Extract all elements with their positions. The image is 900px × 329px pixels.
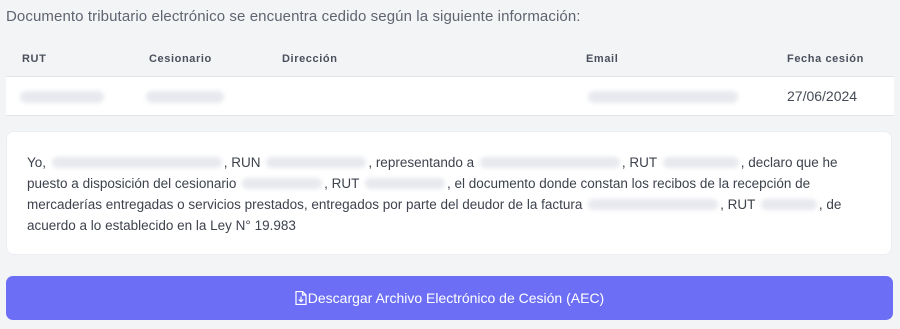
header-direccion: Dirección [282, 53, 338, 65]
declaration-card: Yo, , RUN , representando a , RUT , decl… [6, 131, 892, 255]
redacted-company [479, 157, 620, 168]
download-aec-button[interactable]: Descargar Archivo Electrónico de Cesión … [6, 276, 893, 320]
intro-text: Documento tributario electrónico se encu… [6, 8, 581, 25]
decl-run: , RUN [223, 155, 261, 170]
header-cesionario: Cesionario [149, 53, 212, 65]
redacted-rut1 [662, 157, 739, 168]
decl-rut1: , RUT [621, 155, 657, 170]
table-header: RUT Cesionario Dirección Email Fecha ces… [6, 48, 894, 76]
decl-representando: , representando a [368, 155, 475, 170]
redacted-run [266, 157, 367, 168]
redacted-rut2 [364, 178, 445, 189]
cession-table: RUT Cesionario Dirección Email Fecha ces… [6, 48, 894, 116]
cession-info-panel: Documento tributario electrónico se encu… [0, 0, 900, 329]
cell-fecha-cesion: 27/06/2024 [787, 88, 858, 104]
decl-ley: establecido en la Ley N° 19.983 [105, 218, 296, 233]
download-button-label: Descargar Archivo Electrónico de Cesión … [307, 290, 605, 306]
decl-disposicion: disposición del cesionario [82, 176, 237, 191]
decl-rut2: , RUT [324, 176, 360, 191]
decl-rut3: , RUT [720, 197, 756, 212]
header-fecha-cesion: Fecha cesión [787, 53, 864, 65]
header-email: Email [586, 53, 619, 65]
table-row: 27/06/2024 [6, 76, 894, 116]
redacted-rut3 [760, 199, 817, 210]
file-download-icon [295, 290, 307, 306]
redacted-deudor [588, 199, 719, 210]
redacted-rut [20, 91, 104, 103]
redacted-cesionario-name [242, 178, 323, 189]
decl-yo: Yo, [27, 155, 47, 170]
redacted-name [51, 157, 222, 168]
redacted-cesionario [146, 91, 224, 103]
decl-entregadas: entregadas o servicios prestados, entreg… [105, 197, 583, 212]
redacted-email [588, 91, 738, 103]
header-rut: RUT [22, 53, 47, 65]
